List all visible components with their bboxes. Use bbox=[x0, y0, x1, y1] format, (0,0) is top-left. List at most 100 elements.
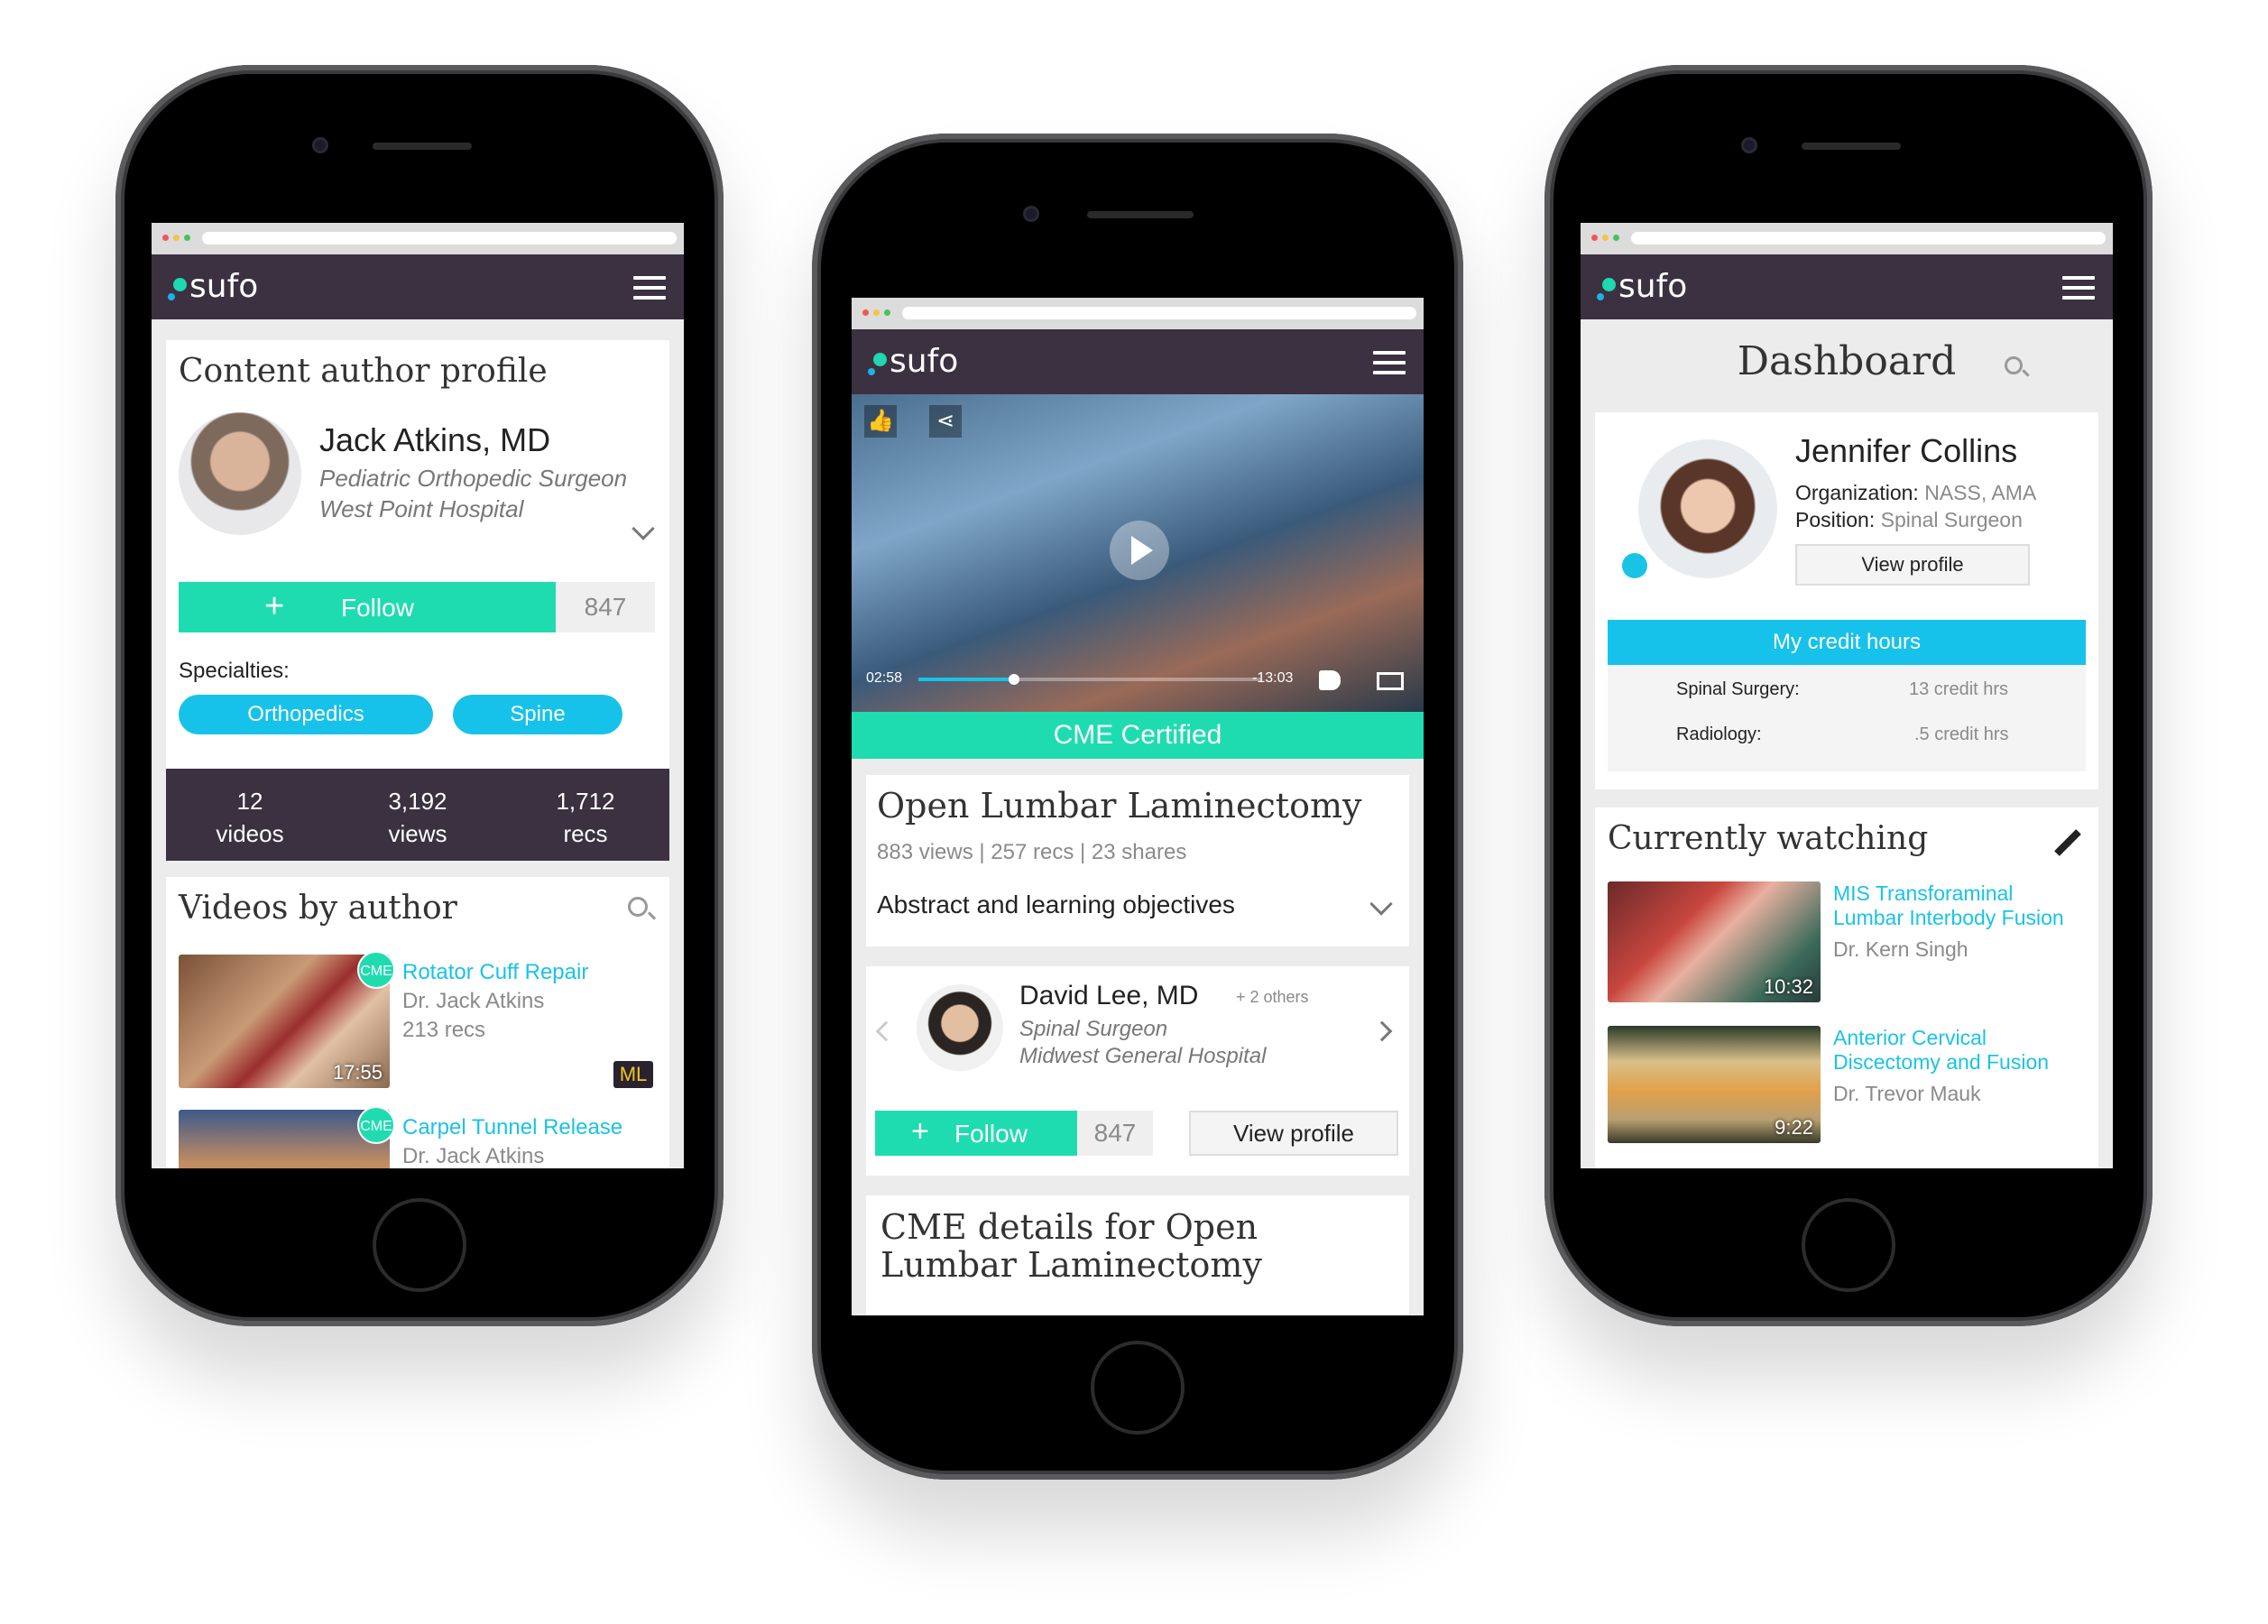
home-button[interactable] bbox=[373, 1198, 466, 1292]
co-authors-count[interactable]: + 2 others bbox=[1236, 988, 1309, 1007]
video-title: Open Lumbar Laminectomy bbox=[877, 786, 1362, 826]
browser-chrome bbox=[852, 298, 1424, 329]
video-title-link[interactable]: Rotator Cuff Repair bbox=[402, 960, 588, 985]
phone-center: sufo 👍 ⋖ 02:58 -13:03 CME Certified Open… bbox=[812, 134, 1463, 1480]
video-title-link[interactable]: Carpel Tunnel Release bbox=[402, 1115, 622, 1140]
video-stats: 883 views | 257 recs | 23 shares bbox=[877, 840, 1187, 864]
cme-details-title: CME details for Open Lumbar Laminectomy bbox=[880, 1207, 1262, 1285]
follow-button[interactable]: + Follow bbox=[179, 582, 556, 632]
front-camera bbox=[1741, 137, 1757, 153]
list-item[interactable]: CME Carpel Tunnel Release Dr. Jack Atkin… bbox=[179, 1106, 657, 1168]
user-position: Position: Spinal Surgeon bbox=[1795, 508, 2023, 531]
video-title-link[interactable]: MIS Transforaminal Lumbar Interbody Fusio… bbox=[1833, 881, 2064, 930]
avatar bbox=[179, 412, 301, 535]
specialty-chip[interactable]: Spine bbox=[453, 695, 622, 734]
screen: sufo 👍 ⋖ 02:58 -13:03 CME Certified Open… bbox=[852, 298, 1424, 1315]
earpiece-speaker bbox=[1087, 211, 1194, 218]
sufo-logo[interactable]: sufo bbox=[168, 269, 258, 305]
currently-watching-card: Currently watching 10:32 MIS Transforami… bbox=[1595, 807, 2098, 1168]
author-hospital: West Point Hospital bbox=[319, 495, 524, 522]
cme-certified-banner: CME Certified bbox=[852, 712, 1424, 759]
ml-badge: ML bbox=[613, 1061, 653, 1088]
chevron-left-icon[interactable] bbox=[875, 1020, 897, 1042]
hamburger-menu-icon[interactable] bbox=[2062, 276, 2095, 300]
stat-views: 3,192 views bbox=[388, 788, 447, 847]
plus-icon: + bbox=[264, 587, 285, 625]
address-bar[interactable] bbox=[902, 307, 1416, 319]
cme-details-card: CME details for Open Lumbar Laminectomy bbox=[866, 1195, 1409, 1315]
browser-chrome bbox=[152, 223, 684, 254]
stat-videos: 12 videos bbox=[216, 788, 284, 847]
search-icon[interactable] bbox=[628, 897, 657, 920]
video-title-link[interactable]: Anterior Cervical Discectomy and Fusion bbox=[1833, 1026, 2049, 1075]
home-button[interactable] bbox=[1802, 1198, 1895, 1292]
user-organization: Organization: NASS, AMA bbox=[1795, 481, 2037, 504]
follower-count: 847 bbox=[1077, 1111, 1153, 1156]
address-bar[interactable] bbox=[1631, 232, 2106, 245]
sufo-logo[interactable]: sufo bbox=[868, 344, 958, 380]
seek-bar-fill bbox=[918, 678, 1015, 681]
hamburger-menu-icon[interactable] bbox=[1373, 351, 1406, 374]
play-icon bbox=[1131, 536, 1153, 565]
hamburger-menu-icon[interactable] bbox=[633, 276, 666, 300]
sufo-logo[interactable]: sufo bbox=[1597, 269, 1687, 305]
abstract-toggle[interactable]: Abstract and learning objectives bbox=[877, 890, 1398, 928]
follow-button[interactable]: + Follow bbox=[875, 1111, 1077, 1156]
list-item[interactable]: 9:22 Anterior Cervical Discectomy and Fus… bbox=[1608, 1026, 2086, 1149]
video-info-card: Open Lumbar Laminectomy 883 views | 257 … bbox=[866, 775, 1409, 946]
author-name: David Lee, MD bbox=[1019, 981, 1199, 1010]
credit-hours-header[interactable]: My credit hours bbox=[1608, 620, 2086, 665]
chevron-down-icon bbox=[1369, 892, 1393, 916]
follower-count: 847 bbox=[556, 582, 655, 632]
page-title: Content author profile bbox=[179, 353, 548, 390]
play-button[interactable] bbox=[1110, 521, 1169, 580]
share-icon[interactable]: ⋖ bbox=[929, 405, 962, 438]
video-author: Dr. Kern Singh bbox=[1833, 937, 1968, 961]
thumbs-up-icon[interactable]: 👍 bbox=[864, 405, 897, 438]
app-header: sufo bbox=[1581, 254, 2113, 319]
video-thumbnail[interactable]: 10:32 bbox=[1608, 881, 1821, 1002]
specialties-label: Specialties: bbox=[179, 659, 290, 683]
author-hospital: Midwest General Hospital bbox=[1019, 1044, 1267, 1068]
author-specialty: Spinal Surgeon bbox=[1019, 1017, 1168, 1041]
view-profile-button[interactable]: View profile bbox=[1795, 544, 2030, 586]
list-item[interactable]: 17:55 CME Rotator Cuff Repair Dr. Jack A… bbox=[179, 951, 657, 1090]
video-recs: 213 recs bbox=[402, 1018, 486, 1042]
author-profile-card: Content author profile Jack Atkins, MD P… bbox=[166, 340, 669, 769]
address-bar[interactable] bbox=[202, 232, 677, 245]
credit-hours-table: Spinal Surgery: 13 credit hrs Radiology:… bbox=[1608, 665, 2086, 771]
section-title: Videos by author bbox=[179, 890, 457, 927]
plus-icon: + bbox=[911, 1114, 929, 1149]
earpiece-speaker bbox=[1802, 143, 1901, 150]
specialty-chip[interactable]: Orthopedics bbox=[179, 695, 433, 734]
search-icon[interactable] bbox=[2005, 356, 2030, 377]
elapsed-time: 02:58 bbox=[866, 670, 903, 686]
seek-handle[interactable] bbox=[1009, 674, 1020, 685]
seek-bar[interactable] bbox=[918, 674, 1261, 685]
author-specialty: Pediatric Orthopedic Surgeon bbox=[319, 465, 628, 492]
chevron-down-icon[interactable] bbox=[632, 517, 655, 540]
list-item[interactable]: 10:32 MIS Transforaminal Lumbar Interbody… bbox=[1608, 881, 2086, 1004]
cme-badge: CME bbox=[357, 951, 395, 989]
screen: sufo Dashboard Jennifer Collins Organiza… bbox=[1581, 223, 2113, 1168]
author-stats: 12 videos 3,192 views 1,712 recs bbox=[166, 769, 669, 861]
chevron-right-icon[interactable] bbox=[1371, 1020, 1393, 1042]
page-title: Dashboard bbox=[1737, 338, 1957, 384]
front-camera bbox=[1023, 206, 1039, 222]
sufo-logo-icon bbox=[168, 274, 188, 305]
video-player[interactable]: 👍 ⋖ 02:58 -13:03 bbox=[852, 394, 1424, 712]
home-button[interactable] bbox=[1091, 1341, 1185, 1435]
front-camera bbox=[312, 137, 328, 153]
phone-right: sufo Dashboard Jennifer Collins Organiza… bbox=[1544, 65, 2153, 1326]
sufo-logo-icon bbox=[868, 349, 888, 380]
sufo-logo-icon bbox=[1597, 274, 1617, 305]
cast-screen-icon[interactable] bbox=[1377, 672, 1404, 690]
phone-left: sufo Content author profile Jack Atkins,… bbox=[115, 65, 724, 1326]
videos-by-author-card: Videos by author 17:55 CME Rotator Cuff … bbox=[166, 877, 669, 1168]
tag-icon[interactable] bbox=[1319, 670, 1341, 690]
browser-chrome bbox=[1581, 223, 2113, 254]
video-thumbnail[interactable]: 9:22 bbox=[1608, 1026, 1821, 1143]
earpiece-speaker bbox=[373, 143, 472, 150]
edit-pencil-icon[interactable] bbox=[2054, 829, 2081, 856]
view-profile-button[interactable]: View profile bbox=[1189, 1111, 1398, 1156]
